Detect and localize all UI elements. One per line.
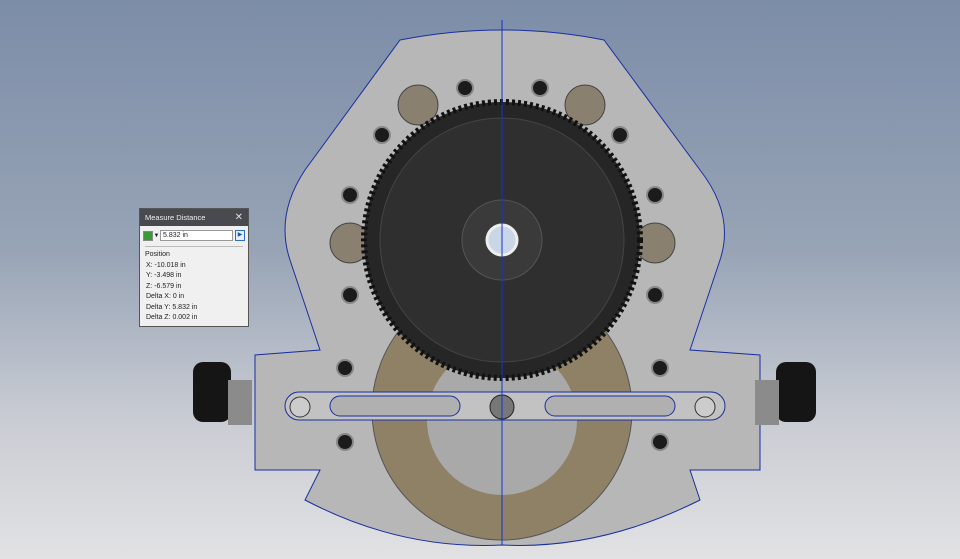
chevron-down-icon[interactable]: ▼	[153, 233, 160, 239]
delta-x: Delta X: 0 in	[146, 293, 185, 300]
linkage-arms	[284, 391, 726, 421]
delta-y: Delta Y: 5.832 in	[146, 303, 198, 311]
close-icon[interactable]: ✕	[235, 209, 243, 226]
measure-distance-dialog: Measure Distance ✕ ▼ 5.832 in ▶ Position…	[139, 208, 249, 327]
position-x: X: -10.018 in	[146, 261, 186, 269]
dialog-title: Measure Distance	[145, 213, 206, 222]
position-z: Z: -6.579 in	[146, 282, 182, 290]
position-label: Position	[145, 251, 170, 258]
position-y: Y: -3.498 in	[146, 272, 182, 279]
arrow-right-icon[interactable]: ▶	[235, 230, 245, 241]
dialog-title-bar[interactable]: Measure Distance ✕	[140, 209, 248, 226]
delta-z: Delta Z: 0.002 in	[146, 314, 198, 321]
distance-field[interactable]: 5.832 in	[160, 230, 233, 241]
divider	[145, 246, 243, 247]
select-filter-icon[interactable]	[143, 230, 153, 241]
